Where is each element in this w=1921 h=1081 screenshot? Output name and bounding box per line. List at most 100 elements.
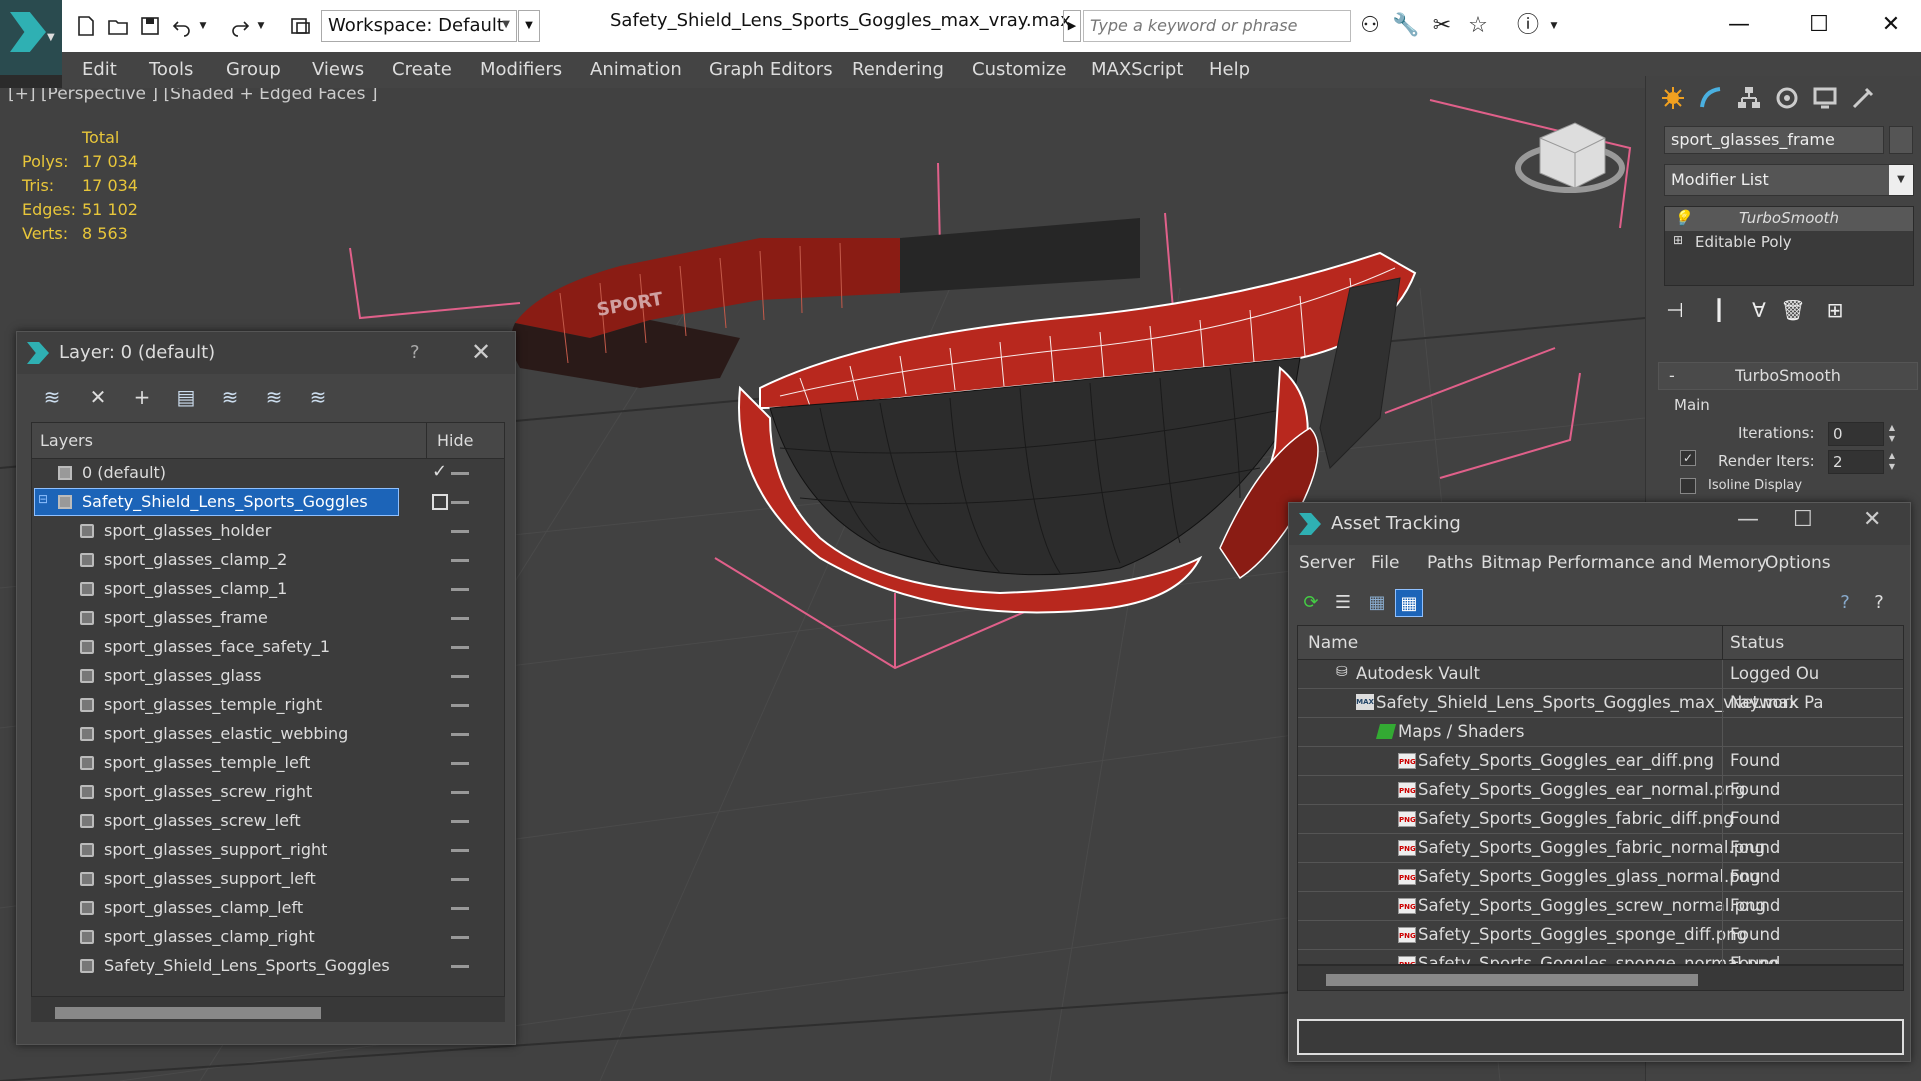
redo-dropdown-icon[interactable]: ▼ <box>254 12 268 40</box>
menu-bitmap-performance[interactable]: Bitmap Performance and Memory <box>1481 553 1767 573</box>
list-view-icon[interactable]: ☰ <box>1329 589 1357 617</box>
hierarchy-tab-icon[interactable] <box>1732 82 1766 114</box>
column-layers[interactable]: Layers <box>40 431 93 450</box>
create-layer-icon[interactable]: ≋ <box>37 384 67 410</box>
object-row[interactable]: sport_glasses_clamp_1 <box>32 575 504 604</box>
hide-toggle[interactable] <box>451 791 469 794</box>
favorites-star-icon[interactable]: ☆ <box>1464 12 1492 40</box>
object-row[interactable]: sport_glasses_frame <box>32 604 504 633</box>
asset-path-field[interactable] <box>1297 1019 1904 1055</box>
hide-toggle[interactable] <box>451 849 469 852</box>
freeze-all-layers-icon[interactable]: ≋ <box>303 384 333 410</box>
object-color-swatch[interactable] <box>1889 126 1913 154</box>
wrench-icon[interactable]: 🔧 <box>1392 12 1420 40</box>
object-row[interactable]: Safety_Shield_Lens_Sports_Goggles <box>32 952 504 981</box>
menu-rendering[interactable]: Rendering <box>852 59 944 80</box>
object-row[interactable]: sport_glasses_face_safety_1 <box>32 633 504 662</box>
pin-stack-icon[interactable]: ⊣ <box>1660 296 1690 324</box>
column-name[interactable]: Name <box>1308 633 1358 653</box>
help-button[interactable]: ? <box>410 342 420 363</box>
add-to-layer-icon[interactable]: + <box>127 384 157 410</box>
configure-modifier-sets-icon[interactable]: ⊞ <box>1820 296 1850 324</box>
close-icon[interactable]: ✕ <box>1871 8 1911 42</box>
show-end-result-icon[interactable]: ┃ <box>1704 296 1734 324</box>
make-current-box[interactable] <box>432 494 448 510</box>
thumbnail-view-icon[interactable]: ▦ <box>1363 589 1391 617</box>
hide-toggle[interactable] <box>451 936 469 939</box>
delete-layer-icon[interactable]: ✕ <box>83 384 113 410</box>
hide-toggle[interactable] <box>451 907 469 910</box>
new-file-icon[interactable] <box>72 12 100 40</box>
asset-row-vault[interactable]: ⛁ Autodesk Vault Logged Ou <box>1298 660 1903 689</box>
asset-row-map[interactable]: PNG Safety_Sports_Goggles_sponge_diff.png… <box>1298 921 1903 950</box>
help-query-icon[interactable]: ? <box>1831 589 1859 617</box>
hide-toggle[interactable] <box>451 820 469 823</box>
stack-item-editable-poly[interactable]: ⊞ Editable Poly <box>1665 231 1913 255</box>
hide-toggle[interactable] <box>451 530 469 533</box>
render-iters-spinner-arrows[interactable]: ▲ ▼ <box>1886 450 1898 474</box>
project-folder-icon[interactable] <box>287 12 315 40</box>
isoline-display-checkbox[interactable] <box>1680 478 1696 494</box>
viewport-label[interactable]: [+] [Perspective ] [Shaded + Edged Faces… <box>8 88 377 104</box>
hide-toggle[interactable] <box>451 559 469 562</box>
search-input[interactable]: Type a keyword or phrase <box>1083 10 1351 42</box>
app-logo-button[interactable]: ▼ <box>0 0 62 75</box>
object-name-field[interactable]: sport_glasses_frame <box>1664 126 1884 154</box>
asset-dialog-title-bar[interactable]: Asset Tracking — ☐ ✕ <box>1289 503 1910 545</box>
hide-toggle[interactable] <box>451 675 469 678</box>
undo-icon[interactable] <box>168 12 196 40</box>
modify-tab-icon[interactable] <box>1694 82 1728 114</box>
menu-animation[interactable]: Animation <box>590 59 682 80</box>
menu-modifiers[interactable]: Modifiers <box>480 59 562 80</box>
scrollbar-thumb[interactable] <box>55 1007 321 1019</box>
hide-toggle[interactable] <box>451 472 469 475</box>
column-hide[interactable]: Hide <box>437 431 473 450</box>
asset-row-map[interactable]: PNG Safety_Sports_Goggles_screw_normal.pn… <box>1298 892 1903 921</box>
asset-row-map[interactable]: PNG Safety_Sports_Goggles_fabric_normal.p… <box>1298 834 1903 863</box>
motion-tab-icon[interactable] <box>1770 82 1804 114</box>
hide-toggle[interactable] <box>451 878 469 881</box>
render-iters-checkbox[interactable]: ✓ <box>1680 450 1696 466</box>
communication-center-icon[interactable]: ✂ <box>1428 12 1456 40</box>
menu-tools[interactable]: Tools <box>149 59 193 80</box>
current-layer-check-icon[interactable]: ✓ <box>432 461 447 482</box>
iterations-spinner-arrows[interactable]: ▲ ▼ <box>1886 422 1898 446</box>
asset-row-map[interactable]: PNG Safety_Sports_Goggles_fabric_diff.png… <box>1298 805 1903 834</box>
asset-row-map[interactable]: PNG Safety_Sports_Goggles_ear_diff.png Fou… <box>1298 747 1903 776</box>
menu-help[interactable]: Help <box>1209 59 1250 80</box>
object-row[interactable]: sport_glasses_holder <box>32 517 504 546</box>
hide-toggle[interactable] <box>451 762 469 765</box>
help-dropdown-icon[interactable]: ▼ <box>1540 12 1568 40</box>
menu-customize[interactable]: Customize <box>972 59 1066 80</box>
workspace-menu-button[interactable]: ▼ <box>518 10 540 42</box>
display-tab-icon[interactable] <box>1808 82 1842 114</box>
select-objects-icon[interactable]: ▤ <box>171 384 201 410</box>
undo-dropdown-icon[interactable]: ▼ <box>196 12 210 40</box>
utilities-tab-icon[interactable] <box>1846 82 1880 114</box>
object-row[interactable]: sport_glasses_elastic_webbing <box>32 720 504 749</box>
menu-graph-editors[interactable]: Graph Editors <box>709 59 833 80</box>
object-row[interactable]: sport_glasses_screw_right <box>32 778 504 807</box>
menu-edit[interactable]: Edit <box>82 59 117 80</box>
minimize-icon[interactable]: — <box>1719 8 1759 42</box>
object-row[interactable]: sport_glasses_temple_left <box>32 749 504 778</box>
refresh-icon[interactable]: ⟳ <box>1297 589 1325 617</box>
expand-plus-icon[interactable]: ⊞ <box>1673 233 1683 247</box>
save-icon[interactable] <box>136 12 164 40</box>
layer-dialog-title-bar[interactable]: Layer: 0 (default) ? ✕ <box>17 332 515 374</box>
menu-server[interactable]: Server <box>1299 553 1355 573</box>
make-unique-icon[interactable]: ∀ <box>1744 296 1774 324</box>
menu-paths[interactable]: Paths <box>1427 553 1473 573</box>
object-row[interactable]: sport_glasses_clamp_2 <box>32 546 504 575</box>
search-expand-button[interactable]: ▶ <box>1063 10 1081 42</box>
menu-maxscript[interactable]: MAXScript <box>1091 59 1183 80</box>
layer-horizontal-scrollbar[interactable] <box>31 996 505 1022</box>
highlight-layer-icon[interactable]: ≋ <box>215 384 245 410</box>
object-row[interactable]: sport_glasses_temple_right <box>32 691 504 720</box>
stack-item-turbosmooth[interactable]: 💡 TurboSmooth <box>1665 207 1913 231</box>
asset-row-map[interactable]: PNG Safety_Sports_Goggles_sponge_normal.p… <box>1298 950 1903 964</box>
hide-toggle[interactable] <box>451 733 469 736</box>
help-icon[interactable]: ⓘ <box>1514 12 1542 40</box>
asset-row-map[interactable]: PNG Safety_Sports_Goggles_ear_normal.png F… <box>1298 776 1903 805</box>
turbosmooth-rollout-header[interactable]: - TurboSmooth <box>1658 362 1918 390</box>
